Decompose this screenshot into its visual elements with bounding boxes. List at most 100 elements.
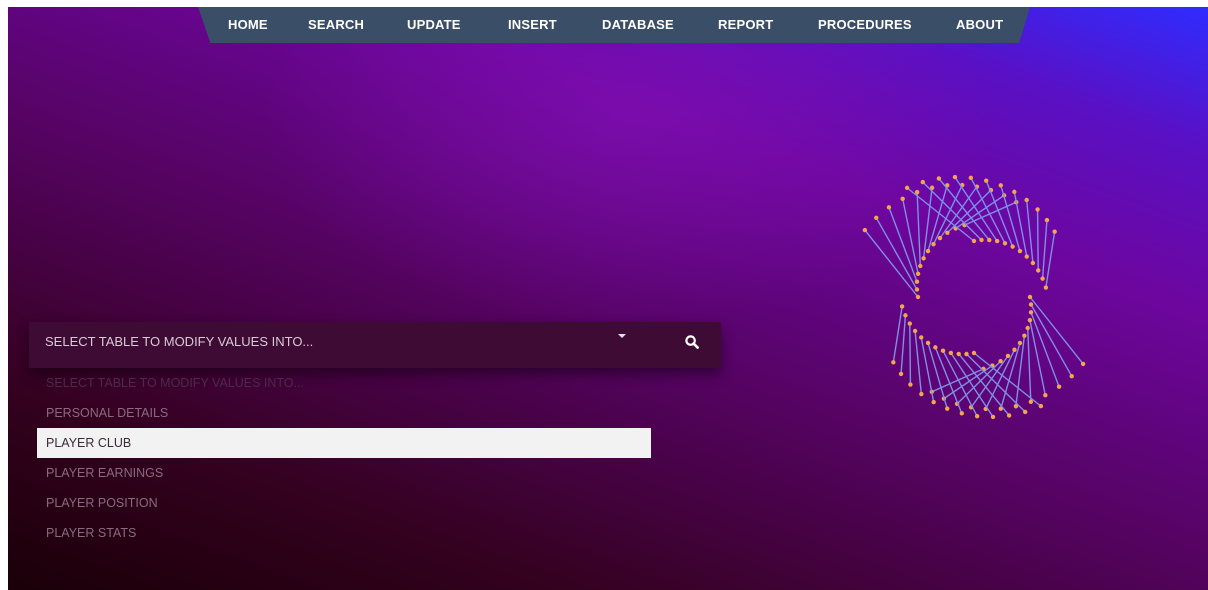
ring-dot [1052, 229, 1057, 234]
ring-line [922, 187, 933, 259]
nav-insert[interactable]: INSERT [508, 7, 557, 43]
dropdown-option-personal-details[interactable]: PERSONAL DETAILS [37, 398, 651, 428]
ring-line [1030, 312, 1060, 387]
ring-line [1025, 199, 1034, 264]
ring-dot [1017, 340, 1023, 346]
ring-dot [974, 413, 980, 419]
ring-line [942, 350, 978, 417]
ring-dot [891, 360, 896, 365]
ring-dot [940, 348, 946, 353]
ring-dot [933, 345, 938, 350]
ring-line [1026, 327, 1032, 402]
ring-line [900, 315, 907, 374]
ring-dot [931, 242, 936, 247]
ring-line [916, 192, 922, 267]
ring-dot [971, 238, 977, 244]
ring-dot [990, 414, 996, 420]
ring-dot [1005, 353, 1011, 359]
nav-about[interactable]: ABOUT [956, 7, 1003, 43]
ring-dot [937, 235, 943, 241]
ring-dot [899, 304, 905, 309]
ring-line [909, 323, 912, 385]
ring-dot [1043, 285, 1049, 290]
ring-dot [903, 313, 908, 318]
ring-animation-graphic [862, 174, 1086, 420]
ring-dot [994, 238, 1000, 244]
ring-dot [1017, 248, 1023, 254]
ring-dot [1006, 413, 1012, 418]
ring-dot [1012, 189, 1017, 195]
ring-dot [862, 227, 868, 233]
ring-dot [1044, 217, 1050, 223]
dropdown-option-player-stats[interactable]: PLAYER STATS [37, 518, 651, 548]
ring-dot [998, 359, 1003, 364]
ring-dot [898, 371, 904, 377]
ring-dot [925, 248, 931, 254]
ring-line [958, 353, 1010, 416]
ring-dot [915, 271, 921, 277]
ring-dot [874, 215, 879, 221]
ring-dot [936, 176, 942, 181]
ring-dot [1040, 276, 1045, 281]
dropdown-option-placeholder: SELECT TABLE TO MODIFY VALUES INTO... [46, 376, 304, 390]
nav-report[interactable]: REPORT [718, 7, 773, 43]
ring-line [985, 349, 1016, 410]
ring-dot [1028, 310, 1034, 315]
ring-dot [1027, 317, 1033, 323]
ring-dot [964, 351, 969, 357]
top-navbar: HOME SEARCH UPDATE INSERT DATABASE REPOR… [198, 7, 1030, 43]
nav-database[interactable]: DATABASE [602, 7, 674, 43]
ring-dot [1028, 302, 1034, 307]
ring-dot [1043, 393, 1048, 398]
ring-line [932, 184, 963, 245]
ring-dot [1035, 207, 1040, 212]
nav-search[interactable]: SEARCH [308, 7, 364, 43]
ring-dot [1036, 268, 1041, 273]
ring-dot [1022, 333, 1027, 338]
ring-dot [900, 196, 905, 201]
nav-procedures[interactable]: PROCEDURES [818, 7, 912, 43]
ring-line [938, 178, 990, 241]
ring-dot [915, 294, 921, 300]
ring-dot [1024, 254, 1029, 259]
ring-dot [1024, 197, 1029, 203]
ring-dot [987, 237, 992, 243]
ring-dot [914, 287, 920, 292]
ring-line [906, 187, 975, 242]
search-icon [685, 335, 699, 349]
ring-dot [1038, 403, 1044, 409]
ring-line [922, 181, 982, 241]
ring-dot [1069, 373, 1074, 379]
ring-dot [968, 175, 974, 181]
nav-update[interactable]: UPDATE [407, 7, 461, 43]
ring-dot [921, 256, 926, 261]
dropdown-option-player-position[interactable]: PLAYER POSITION [37, 488, 651, 518]
ring-dot [948, 350, 954, 356]
ring-dot [1022, 409, 1028, 415]
search-button[interactable] [667, 322, 721, 368]
ring-line [914, 330, 923, 395]
ring-dot [1010, 244, 1015, 249]
table-select[interactable]: SELECT TABLE TO MODIFY VALUES INTO... [29, 322, 721, 368]
ring-dot [1080, 361, 1086, 367]
ring-line [1015, 335, 1026, 407]
caret-down-icon[interactable] [618, 334, 626, 338]
ring-line [1013, 191, 1028, 257]
ring-dot [908, 382, 913, 387]
ring-dot [979, 237, 984, 243]
dropdown-option-player-earnings[interactable]: PLAYER EARNINGS [37, 458, 651, 488]
ring-dot [914, 279, 920, 284]
dropdown-option-player-club[interactable]: PLAYER CLUB [37, 428, 651, 458]
ring-dot [1012, 347, 1017, 352]
nav-home[interactable]: HOME [228, 7, 268, 43]
ring-dot [945, 230, 950, 235]
ring-line [966, 353, 1026, 413]
ring-dot [886, 205, 892, 210]
ring-dot [919, 335, 924, 340]
ring-line [973, 352, 1042, 407]
ring-dot [959, 411, 964, 416]
ring-dot [952, 174, 958, 180]
ring-dot [971, 350, 977, 356]
ring-line [1041, 220, 1048, 279]
ring-dot [904, 185, 910, 191]
